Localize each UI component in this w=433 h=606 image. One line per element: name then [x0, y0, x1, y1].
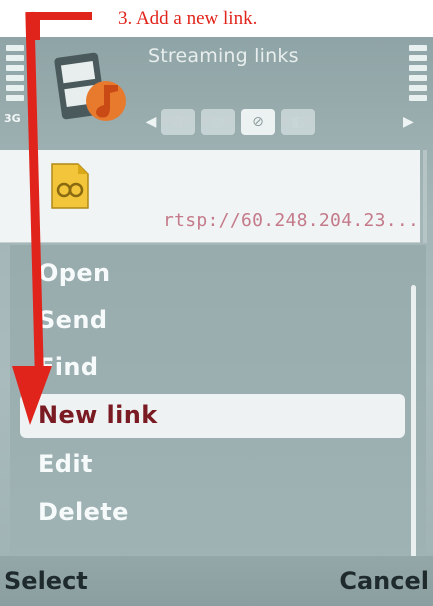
softkey-bar: Select Cancel [0, 556, 433, 606]
menu-item-new-link[interactable]: New link [38, 401, 158, 429]
signal-strength-icon [6, 45, 24, 105]
link-url: rtsp://60.248.204.23... [163, 210, 420, 231]
tab-left-arrow-icon[interactable]: ◀ [144, 107, 158, 137]
annotation-caption: 3. Add a new link. [118, 8, 258, 29]
list-scrollbar[interactable] [423, 150, 427, 243]
tab-strip: ◀ ♫ ◍ ⊘ ◧ [144, 107, 318, 137]
tab-link-icon[interactable]: ⊘ [241, 109, 275, 135]
options-menu: Open Send Find New link Edit Delete [10, 245, 426, 567]
tab-video-icon[interactable]: ◧ [281, 109, 315, 135]
select-softkey[interactable]: Select [4, 567, 88, 595]
menu-item-find[interactable]: Find [38, 353, 99, 381]
tab-music-icon[interactable]: ♫ [161, 109, 195, 135]
list-item[interactable]: rtsp://60.248.204.23... [0, 150, 420, 243]
network-type-label: 3G [4, 112, 21, 125]
menu-item-open[interactable]: Open [38, 259, 111, 287]
menu-scrollbar[interactable] [411, 285, 416, 565]
file-link-icon [51, 163, 89, 209]
menu-item-edit[interactable]: Edit [38, 450, 93, 478]
phone-screen: 3G Streaming links ◀ ♫ ◍ ⊘ ◧ ▶ rtsp://60… [0, 37, 433, 606]
app-title: Streaming links [148, 45, 299, 67]
menu-item-delete[interactable]: Delete [38, 498, 129, 526]
tab-microphone-icon[interactable]: ◍ [201, 109, 235, 135]
battery-icon [409, 45, 427, 105]
tab-right-arrow-icon[interactable]: ▶ [403, 107, 414, 137]
cancel-softkey[interactable]: Cancel [339, 567, 429, 595]
menu-item-send[interactable]: Send [38, 306, 107, 334]
media-film-icon [54, 52, 126, 121]
